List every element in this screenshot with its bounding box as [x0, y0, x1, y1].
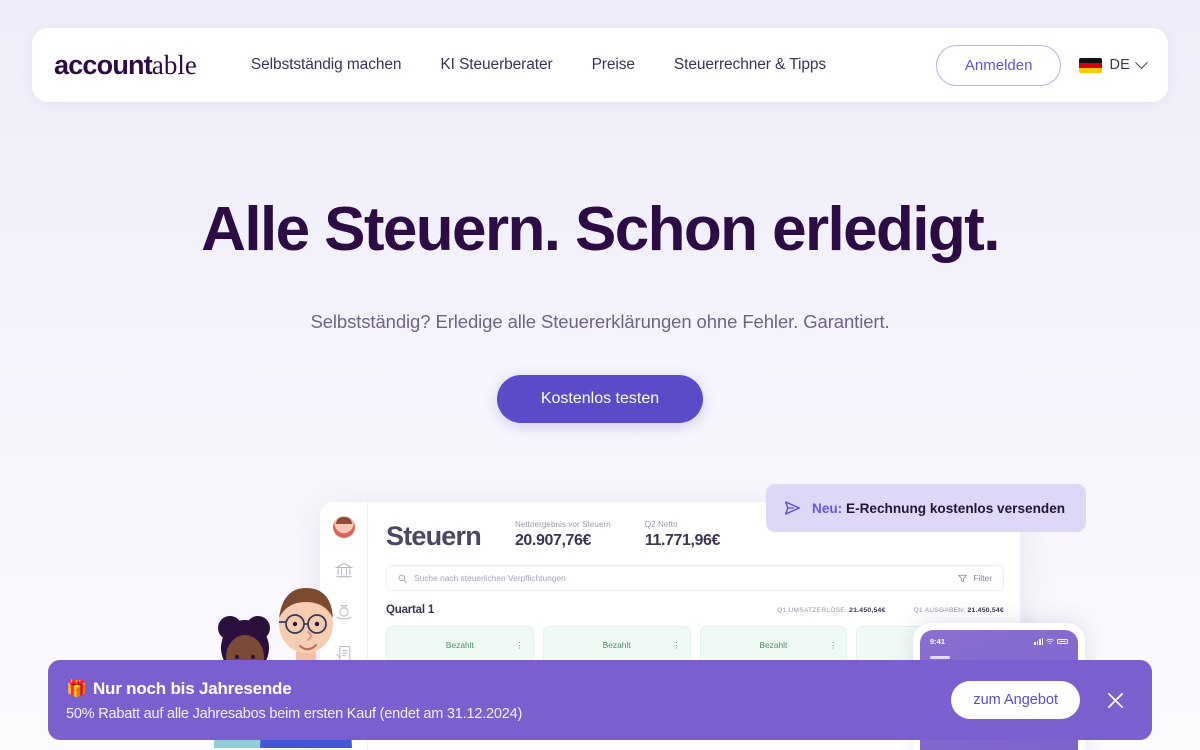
app-search-row[interactable]: Suche nach steuerlichen Verpflichtungen … — [386, 565, 1004, 591]
mobile-status-bar: 9:41 — [930, 637, 1068, 646]
news-badge-text: Neu: E-Rechnung kostenlos versenden — [812, 501, 1065, 516]
more-options-icon[interactable]: ⋮ — [829, 640, 837, 648]
promo-banner-title-text: Nur noch bis Jahresende — [92, 678, 292, 698]
mobile-status-icons — [1034, 637, 1068, 646]
app-status-card-list: Bezahlt ⋮ Bezahlt ⋮ Bezahlt ⋮ Bezahlt ⋮ — [386, 626, 1004, 664]
quarter-expenses-stat: Q1 AUSGABEN: 21.450,54€ — [913, 606, 1004, 614]
status-card[interactable]: Bezahlt ⋮ — [699, 626, 848, 664]
news-badge-tag: Neu: — [812, 500, 843, 516]
nav-item-ki-steuerberater[interactable]: KI Steuerberater — [440, 56, 552, 74]
quarter-revenue-stat: Q1 UMSATZERLÖSE: 21.450,54€ — [777, 606, 886, 614]
free-trial-button[interactable]: Kostenlos testen — [496, 375, 704, 424]
close-icon — [1107, 692, 1123, 708]
paper-plane-icon — [785, 501, 800, 515]
status-badge: Bezahlt — [602, 640, 631, 650]
promo-banner: 🎁 Nur noch bis Jahresende 50% Rabatt auf… — [48, 660, 1152, 740]
news-badge-message: E-Rechnung kostenlos versenden — [846, 500, 1066, 516]
app-quarter-row: Quartal 1 Q1 UMSATZERLÖSE: 21.450,54€ Q1… — [386, 604, 1004, 616]
main-navigation: Selbstständig machen KI Steuerberater Pr… — [251, 56, 936, 74]
header-actions: Anmelden DE — [935, 44, 1148, 86]
logo[interactable]: accountable — [54, 49, 197, 80]
quarter-expenses-value: 21.450,54€ — [967, 606, 1004, 614]
language-selector[interactable]: DE — [1079, 55, 1148, 73]
mobile-back-handle — [930, 656, 950, 659]
german-flag-icon — [1079, 57, 1103, 73]
promo-banner-texts: 🎁 Nur noch bis Jahresende 50% Rabatt auf… — [66, 679, 522, 722]
signal-icon — [1034, 637, 1043, 646]
battery-icon — [1057, 638, 1068, 645]
more-options-icon[interactable]: ⋮ — [672, 640, 680, 648]
status-badge: Bezahlt — [759, 640, 788, 650]
kpi-q2-net: Q2 Netto 11.771,96€ — [644, 520, 721, 550]
hero-subtitle: Selbstständig? Erledige alle Steuererklä… — [310, 311, 890, 333]
kpi-net-result-value: 20.907,76€ — [514, 532, 592, 549]
app-quarter-stats: Q1 UMSATZERLÖSE: 21.450,54€ Q1 AUSGABEN:… — [777, 607, 1004, 614]
status-badge: Bezahlt — [445, 640, 474, 650]
site-header: accountable Selbstständig machen KI Steu… — [32, 28, 1168, 102]
kpi-net-result: Nettoergebnis vor Steuern 20.907,76€ — [515, 520, 611, 550]
promo-banner-actions: zum Angebot — [951, 681, 1128, 719]
view-offer-button[interactable]: zum Angebot — [951, 681, 1080, 719]
chevron-down-icon — [1135, 55, 1148, 69]
logo-light-part: able — [151, 49, 197, 80]
nav-item-steuerrechner-tipps[interactable]: Steuerrechner & Tipps — [674, 56, 826, 74]
status-card[interactable]: Bezahlt ⋮ — [386, 626, 534, 664]
kpi-q2-net-label: Q2 Netto — [644, 520, 678, 529]
nav-item-preise[interactable]: Preise — [592, 56, 635, 74]
status-card[interactable]: Bezahlt ⋮ — [542, 626, 691, 664]
login-button[interactable]: Anmelden — [935, 44, 1062, 86]
logo-bold-part: account — [54, 49, 153, 80]
news-badge[interactable]: Neu: E-Rechnung kostenlos versenden — [766, 484, 1086, 532]
mobile-clock: 9:41 — [930, 637, 946, 646]
more-options-icon[interactable]: ⋮ — [515, 640, 523, 648]
app-filter-label: Filter — [973, 573, 992, 583]
promo-banner-subtitle: 50% Rabatt auf alle Jahresabos beim erst… — [66, 705, 523, 722]
app-search-placeholder: Suche nach steuerlichen Verpflichtungen — [414, 573, 566, 583]
kpi-net-result-label: Nettoergebnis vor Steuern — [514, 520, 611, 529]
promo-banner-title: 🎁 Nur noch bis Jahresende — [66, 679, 522, 699]
quarter-revenue-value: 21.450,54€ — [849, 606, 886, 614]
gift-icon: 🎁 — [66, 678, 87, 698]
app-page-title: Steuern — [386, 521, 482, 551]
nav-item-selbststaendig-machen[interactable]: Selbstständig machen — [251, 56, 402, 74]
language-code: DE — [1109, 57, 1130, 73]
hero-section: Alle Steuern. Schon erledigt. Selbststän… — [0, 195, 1200, 424]
search-icon — [398, 574, 407, 583]
close-banner-button[interactable] — [1102, 687, 1128, 713]
wifi-icon — [1046, 638, 1054, 645]
kpi-q2-net-value: 11.771,96€ — [644, 532, 721, 549]
filter-icon — [958, 574, 968, 582]
page-title: Alle Steuern. Schon erledigt. — [201, 195, 1000, 264]
avatar — [332, 516, 355, 538]
